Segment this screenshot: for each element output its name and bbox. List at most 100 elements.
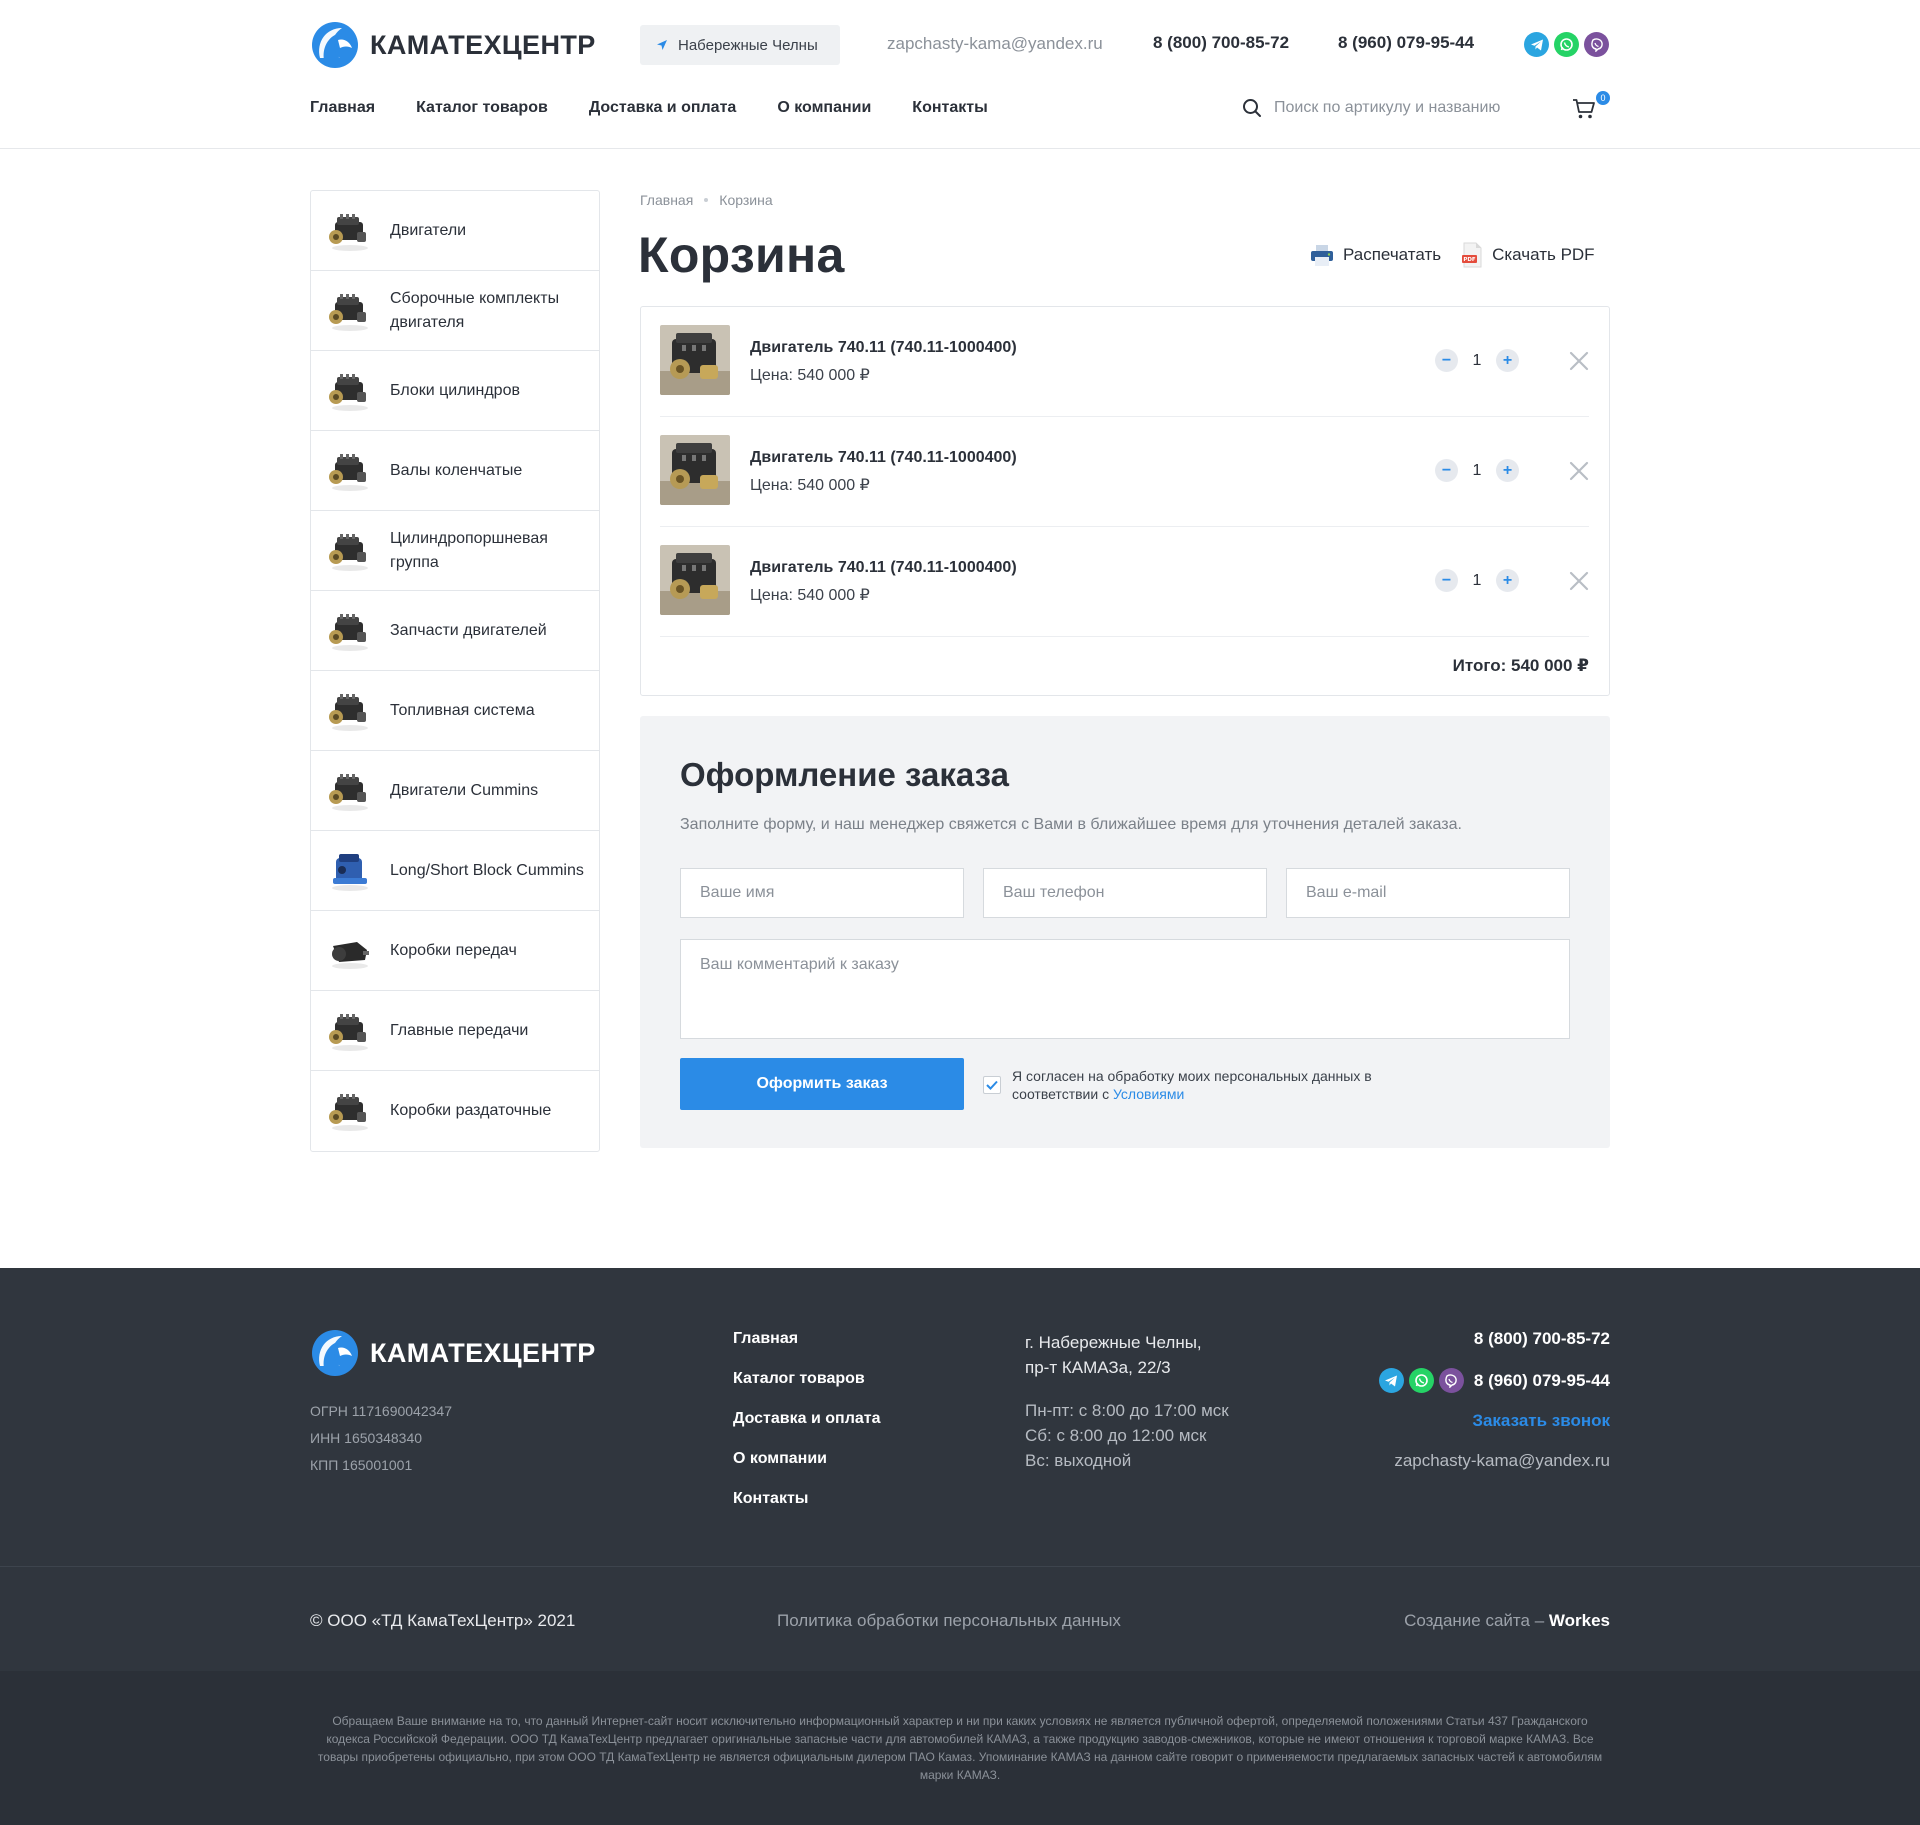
footer-nav-delivery[interactable]: Доставка и оплата	[733, 1408, 881, 1429]
download-pdf-button[interactable]: PDF Скачать PDF	[1461, 242, 1595, 268]
product-photo[interactable]	[660, 435, 730, 505]
order-form-title: Оформление заказа	[680, 756, 1009, 793]
remove-item-close-icon[interactable]	[1569, 571, 1589, 591]
footer-phone-row: 8 (960) 079-95-44	[1378, 1368, 1610, 1393]
header-messengers	[1524, 32, 1609, 57]
footer-hours: Пн-пт: с 8:00 до 17:00 мск Сб: с 8:00 до…	[1025, 1398, 1229, 1473]
engine-thumb-icon	[327, 768, 373, 814]
sidebar-item-gearboxes[interactable]: Коробки передач	[311, 911, 599, 991]
comment-field[interactable]	[680, 939, 1570, 1039]
footer-nav-about[interactable]: О компании	[733, 1448, 881, 1469]
sidebar-item-label: Запчасти двигателей	[390, 621, 547, 639]
footer-nav-contacts[interactable]: Контакты	[733, 1488, 881, 1509]
sidebar-item-fuel-system[interactable]: Топливная система	[311, 671, 599, 751]
sidebar-item-engines[interactable]: Двигатели	[311, 191, 599, 271]
decrease-quantity-button[interactable]: −	[1435, 459, 1458, 482]
sidebar-item-cummins-engines[interactable]: Двигатели Cummins	[311, 751, 599, 831]
quantity-value[interactable]: 1	[1458, 572, 1496, 590]
footer-address: г. Набережные Челны, пр-т КАМАЗа, 22/3	[1025, 1330, 1202, 1380]
gearbox-thumb-icon	[327, 928, 373, 974]
sidebar-item-label: Коробки передач	[390, 941, 517, 959]
privacy-policy-link[interactable]: Политика обработки персональных данных	[777, 1611, 1121, 1631]
breadcrumb-home[interactable]: Главная	[640, 192, 693, 208]
quantity-value[interactable]: 1	[1458, 462, 1496, 480]
sidebar-item-engine-kits[interactable]: Сборочные комплекты двигателя	[311, 271, 599, 351]
nav-about[interactable]: О компании	[777, 99, 871, 117]
sidebar-item-final-drives[interactable]: Главные передачи	[311, 991, 599, 1071]
cart-icon[interactable]	[1572, 98, 1596, 120]
developer-link[interactable]: Workes	[1549, 1611, 1610, 1630]
footer-nav-home[interactable]: Главная	[733, 1328, 881, 1349]
order-form: Оформление заказа Заполните форму, и наш…	[640, 716, 1610, 1148]
consent-block: Я согласен на обработку моих персональны…	[983, 1067, 1372, 1103]
product-photo[interactable]	[660, 545, 730, 615]
increase-quantity-button[interactable]: +	[1496, 349, 1519, 372]
cart-item-name[interactable]: Двигатель 740.11 (740.11-1000400)	[750, 339, 1017, 357]
increase-quantity-button[interactable]: +	[1496, 569, 1519, 592]
nav-contacts[interactable]: Контакты	[912, 99, 987, 117]
phone-field[interactable]	[983, 868, 1267, 918]
nav-home[interactable]: Главная	[310, 99, 375, 117]
cart-item-name[interactable]: Двигатель 740.11 (740.11-1000400)	[750, 449, 1017, 467]
developer-credit-prefix: Создание сайта –	[1404, 1611, 1549, 1630]
name-field[interactable]	[680, 868, 964, 918]
viber-icon[interactable]	[1584, 32, 1609, 57]
remove-item-close-icon[interactable]	[1569, 461, 1589, 481]
footer-email-link[interactable]: zapchasty-kama@yandex.ru	[1379, 1450, 1610, 1471]
inn: ИНН 1650348340	[310, 1430, 423, 1446]
request-callback-link[interactable]: Заказать звонок	[1379, 1410, 1610, 1431]
increase-quantity-button[interactable]: +	[1496, 459, 1519, 482]
header-email-link[interactable]: zapchasty-kama@yandex.ru	[887, 34, 1103, 54]
cart-items-panel: Двигатель 740.11 (740.11-1000400) Цена: …	[640, 306, 1610, 696]
quantity-value[interactable]: 1	[1458, 352, 1496, 370]
decrease-quantity-button[interactable]: −	[1435, 569, 1458, 592]
sidebar-item-transfer-cases[interactable]: Коробки раздаточные	[311, 1071, 599, 1151]
email-field[interactable]	[1286, 868, 1570, 918]
sidebar-item-label: Главные передачи	[390, 1021, 529, 1039]
footer-phone-primary[interactable]: 8 (800) 700-85-72	[1379, 1328, 1610, 1349]
header-phone-primary[interactable]: 8 (800) 700-85-72	[1153, 33, 1289, 53]
print-button[interactable]: Распечатать	[1310, 243, 1441, 267]
engine-thumb-icon	[327, 1088, 373, 1134]
sidebar-item-piston-group[interactable]: Цилиндропоршневая группа	[311, 511, 599, 591]
nav-delivery[interactable]: Доставка и оплата	[589, 99, 737, 117]
sidebar-item-cummins-blocks[interactable]: Long/Short Block Cummins	[311, 831, 599, 911]
logo-mark-icon	[310, 20, 360, 70]
download-pdf-label: Скачать PDF	[1492, 245, 1595, 264]
search-input[interactable]	[1274, 99, 1564, 117]
nav-catalog[interactable]: Каталог товаров	[416, 99, 548, 117]
sidebar-item-engine-parts[interactable]: Запчасти двигателей	[311, 591, 599, 671]
cart-actions: Распечатать PDF Скачать PDF	[1310, 242, 1595, 268]
submit-order-button[interactable]: Оформить заказ	[680, 1058, 964, 1110]
remove-item-close-icon[interactable]	[1569, 351, 1589, 371]
engine-thumb-icon	[327, 528, 373, 574]
telegram-icon[interactable]	[1524, 32, 1549, 57]
site-logo[interactable]: КАМАТЕХЦЕНТР	[310, 18, 596, 72]
whatsapp-icon[interactable]	[1408, 1368, 1434, 1393]
engine-thumb-icon	[327, 288, 373, 334]
header-phone-secondary[interactable]: 8 (960) 079-95-44	[1338, 33, 1474, 53]
terms-link[interactable]: Условиями	[1113, 1086, 1184, 1102]
search-icon[interactable]	[1242, 98, 1262, 118]
sidebar-item-cylinder-blocks[interactable]: Блоки цилиндров	[311, 351, 599, 431]
viber-icon[interactable]	[1438, 1368, 1464, 1393]
cart-item-name[interactable]: Двигатель 740.11 (740.11-1000400)	[750, 559, 1017, 577]
sidebar-item-label: Двигатели Cummins	[390, 781, 539, 799]
footer-phone-secondary[interactable]: 8 (960) 079-95-44	[1474, 1370, 1610, 1391]
sidebar-item-label: Цилиндропоршневая группа	[390, 529, 548, 571]
breadcrumb-separator	[704, 198, 709, 202]
footer-nav-catalog[interactable]: Каталог товаров	[733, 1368, 881, 1389]
hours-sunday: Вс: выходной	[1025, 1451, 1132, 1470]
sidebar-item-crankshafts[interactable]: Валы коленчатые	[311, 431, 599, 511]
decrease-quantity-button[interactable]: −	[1435, 349, 1458, 372]
sidebar-item-label: Двигатели	[390, 221, 467, 239]
product-photo[interactable]	[660, 325, 730, 395]
sidebar-item-label: Валы коленчатые	[390, 461, 523, 479]
consent-checkbox[interactable]	[983, 1076, 1001, 1094]
city-selector[interactable]: Набережные Челны	[640, 25, 840, 65]
kpp: КПП 165001001	[310, 1457, 413, 1473]
footer-logo[interactable]: КАМАТЕХЦЕНТР	[310, 1328, 596, 1378]
city-label: Набережные Челны	[678, 36, 818, 54]
whatsapp-icon[interactable]	[1554, 32, 1579, 57]
telegram-icon[interactable]	[1378, 1368, 1404, 1393]
